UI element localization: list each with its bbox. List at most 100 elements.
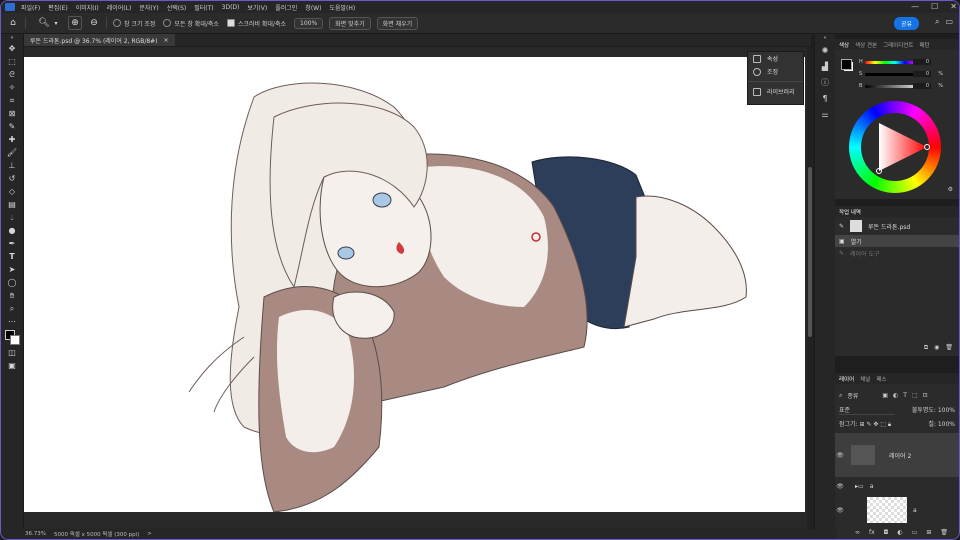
scrubby-zoom-checkbox[interactable]: 스크러비 확대/축소 [226,19,286,28]
search-icon[interactable]: ⌕ [935,17,939,27]
expand-icon[interactable]: « [815,34,835,42]
history-snapshot[interactable]: ✎ 루돈 드라톤.psd [835,217,959,235]
share-button[interactable]: 공유 [893,17,919,30]
type-tool-icon[interactable]: T [1,250,23,263]
scroll-thumb[interactable] [808,167,812,337]
canvas-area[interactable] [24,47,807,529]
home-icon[interactable]: ⌂ [7,17,19,29]
sliders-icon[interactable]: ⚌ [815,106,835,122]
fg-swatch[interactable] [841,59,852,70]
mask-icon[interactable]: ◘ [884,529,889,536]
tab-paths[interactable]: 패스 [876,375,886,383]
marquee-tool-icon[interactable]: ⬚ [1,55,23,68]
history-state-open[interactable]: ▣ 열기 [835,235,959,247]
pen-tool-icon[interactable]: ✒ [1,237,23,250]
stamp-tool-icon[interactable]: ⊥ [1,159,23,172]
crop-tool-icon[interactable]: ⌗ [1,94,23,107]
tab-gradients[interactable]: 그레이디언트 [883,41,913,49]
opacity-value[interactable]: 100% [938,407,955,414]
history-state-layer[interactable]: ✎ 레이어 도구 [835,247,959,259]
trash-icon[interactable]: 🗑︎ [940,529,948,536]
new-group-icon[interactable]: ▭ [912,529,918,536]
dodge-tool-icon[interactable]: ● [1,224,23,237]
fit-screen-button[interactable]: 화면 맞추기 [329,16,371,30]
quick-mask-icon[interactable]: ◫ [1,346,23,359]
layer-row-selected[interactable]: 👁︎ 레이어 2 [835,433,959,477]
libraries-dock-icon[interactable]: ▟ [815,58,835,74]
zoom-readout[interactable]: 36.73% [25,531,46,537]
menu-3d[interactable]: 3D(D) [222,4,240,11]
status-arrow-icon[interactable]: > [147,531,152,537]
paragraph-icon[interactable]: ¶ [815,90,835,106]
filter-shape-icon[interactable]: ⬚ [912,392,918,399]
color-triangle[interactable] [849,101,941,193]
close-tab-icon[interactable]: × [164,37,169,44]
minimize-button[interactable]: — [911,2,919,11]
menu-type[interactable]: 문자(Y) [139,3,158,12]
link-icon[interactable]: ∞ [855,529,860,536]
eraser-icon[interactable]: ◇ [1,185,23,198]
lasso-tool-icon[interactable]: ᘓ [1,68,23,81]
maximize-button[interactable]: ☐ [931,2,938,11]
visibility-eye-icon[interactable]: 👁︎ [835,483,845,490]
filter-pixel-icon[interactable]: ▣ [882,392,888,399]
chevron-down-icon[interactable]: ▾ [50,17,62,29]
filter-type-icon[interactable]: T [903,392,907,399]
zoom-icon[interactable]: ⌕ [1,302,23,315]
close-window-button[interactable]: ✕ [950,2,957,11]
fill-screen-button[interactable]: 화면 채우기 [376,16,419,30]
zoom-out-icon[interactable]: ⊖ [88,17,100,29]
healing-brush-icon[interactable]: ✚ [1,133,23,146]
properties-dock-icon[interactable]: ✺ [815,42,835,58]
flyout-item-adjustments[interactable]: 조정 [748,65,803,78]
gradient-tool-icon[interactable]: ▤ [1,198,23,211]
lock-icons[interactable]: ⊞ ✎ ✥ ⬚ 🔒︎ [860,421,892,428]
layer-name[interactable]: a [870,483,874,490]
filter-smart-icon[interactable]: ⊡ [923,392,928,399]
menu-edit[interactable]: 편집(E) [48,3,68,12]
screen-mode-icon[interactable]: ▣ [1,359,23,372]
tab-color[interactable]: 색상 [839,41,849,49]
color-swatches-icon[interactable] [1,328,23,346]
background-color[interactable] [10,335,20,345]
color-panel-settings-icon[interactable]: ⚙ [948,186,953,193]
blend-mode-select[interactable]: 표준 [839,405,895,415]
history-brush-icon[interactable]: ↺ [1,172,23,185]
path-select-icon[interactable]: ➤ [1,263,23,276]
move-tool-icon[interactable]: ✥ [1,42,23,55]
flyout-item-properties[interactable]: 속성 [748,52,803,65]
menu-image[interactable]: 이미지(I) [76,3,99,12]
menu-select[interactable]: 선택(S) [167,3,187,12]
tab-swatches[interactable]: 색상 견본 [855,41,877,49]
hand-tool-icon[interactable]: ✋︎ [1,289,23,302]
zoom-in-icon[interactable]: ⊕ [68,16,82,30]
frame-tool-icon[interactable]: ⊠ [1,107,23,120]
flyout-item-libraries[interactable]: 라이브러리 [748,85,803,98]
document-canvas[interactable] [24,57,805,512]
more-tools-icon[interactable]: ⋯ [1,315,23,328]
workspace-icon[interactable]: ▭ [945,17,953,27]
new-layer-icon[interactable]: ⊞ [926,529,931,536]
collapse-icon[interactable]: » [1,34,23,42]
adjustment-layer-icon[interactable]: ◐ [897,529,902,536]
tab-patterns[interactable]: 패턴 [920,41,930,49]
magic-wand-icon[interactable]: ✧ [1,81,23,94]
layer-row-pixel[interactable]: 👁︎ a [835,495,959,525]
filter-adjust-icon[interactable]: ◐ [893,392,898,399]
menu-filter[interactable]: 필터(T) [194,3,213,12]
tab-channels[interactable]: 채널 [860,375,870,383]
channel-s-value[interactable]: 0 [913,71,931,77]
document-tab[interactable]: 루돈 드라톤.psd @ 36.7% (레이어 2, RGB/8#) × [24,34,175,46]
menu-window[interactable]: 창(W) [305,3,321,12]
channel-h-value[interactable]: 0 [913,59,931,65]
tab-layers[interactable]: 레이어 [839,375,854,383]
layer-filter-select[interactable]: 종류 [847,391,877,400]
fx-icon[interactable]: fx [869,529,875,536]
layer-name[interactable]: a [913,507,917,514]
menu-file[interactable]: 파일(F) [21,3,40,12]
new-document-icon[interactable]: ⧉ [924,344,928,352]
zoom-tool-icon[interactable]: 🔍︎ [38,17,50,29]
visibility-eye-icon[interactable]: 👁︎ [835,452,845,459]
menu-view[interactable]: 보기(V) [247,3,267,12]
menu-help[interactable]: 도움말(H) [329,3,355,12]
